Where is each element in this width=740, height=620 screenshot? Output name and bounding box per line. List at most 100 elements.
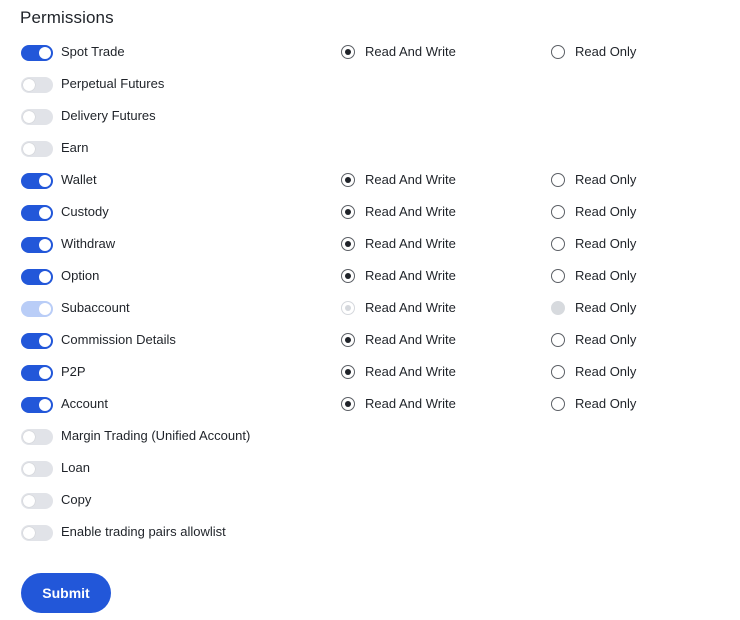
read-and-write-radio[interactable]: Read And Write — [341, 236, 456, 252]
read-only-radio[interactable]: Read Only — [551, 44, 636, 60]
radio-label: Read And Write — [365, 172, 456, 187]
permission-row-option: Option Read And Write Read Only — [0, 260, 740, 292]
toggle-wallet[interactable] — [21, 173, 53, 189]
read-and-write-radio[interactable]: Read And Write — [341, 268, 456, 284]
permission-label: Withdraw — [61, 236, 116, 251]
toggle-knob — [39, 367, 51, 379]
toggle-knob — [23, 463, 35, 475]
toggle-knob — [39, 399, 51, 411]
permission-row-loan: LoanRead And WriteRead Only — [0, 452, 740, 484]
toggle-earn[interactable] — [21, 141, 53, 157]
toggle-knob — [39, 207, 51, 219]
read-and-write-radio[interactable]: Read And Write — [341, 172, 456, 188]
radio-circle-icon — [341, 237, 355, 251]
permission-label: Margin Trading (Unified Account) — [61, 428, 251, 443]
radio-circle-icon — [341, 365, 355, 379]
permission-row-withdraw: Withdraw Read And Write Read Only — [0, 228, 740, 260]
radio-label: Read Only — [575, 396, 637, 411]
permission-list: Spot Trade Read And Write Read Only Perpetu… — [0, 36, 740, 548]
permission-row-margin-trading-unified-account: Margin Trading (Unified Account)Read And… — [0, 420, 740, 452]
toggle-margin-trading-unified-account[interactable] — [21, 429, 53, 445]
permission-label: Delivery Futures — [61, 108, 156, 123]
permission-label: Wallet — [61, 172, 97, 187]
radio-circle-icon — [551, 397, 565, 411]
permission-row-enable-trading-pairs-allowlist: Enable trading pairs allowlistRead And W… — [0, 516, 740, 548]
toggle-copy[interactable] — [21, 493, 53, 509]
radio-circle-icon — [341, 205, 355, 219]
radio-circle-icon — [551, 205, 565, 219]
radio-circle-icon — [551, 269, 565, 283]
permission-row-account: Account Read And Write Read Only — [0, 388, 740, 420]
permission-label: Perpetual Futures — [61, 76, 165, 91]
read-only-radio[interactable]: Read Only — [551, 396, 636, 412]
toggle-knob — [23, 495, 35, 507]
toggle-withdraw[interactable] — [21, 237, 53, 253]
permission-label: Account — [61, 396, 108, 411]
read-only-radio[interactable]: Read Only — [551, 172, 636, 188]
toggle-commission-details[interactable] — [21, 333, 53, 349]
toggle-perpetual-futures[interactable] — [21, 77, 53, 93]
permission-label: Copy — [61, 492, 92, 507]
toggle-knob — [23, 79, 35, 91]
toggle-account[interactable] — [21, 397, 53, 413]
radio-label: Read Only — [575, 268, 637, 283]
radio-label: Read And Write — [365, 204, 456, 219]
permission-label: P2P — [61, 364, 86, 379]
radio-label: Read Only — [575, 364, 637, 379]
radio-circle-icon — [341, 333, 355, 347]
permission-label: Custody — [61, 204, 109, 219]
toggle-knob — [39, 271, 51, 283]
submit-button[interactable]: Submit — [21, 573, 111, 613]
permission-row-subaccount: Subaccount Read And Write Read Only — [0, 292, 740, 324]
toggle-delivery-futures[interactable] — [21, 109, 53, 125]
radio-circle-icon — [551, 365, 565, 379]
permissions-panel: Permissions Spot Trade Read And Write Read… — [0, 0, 740, 620]
radio-label: Read And Write — [365, 236, 456, 251]
read-only-radio[interactable]: Read Only — [551, 236, 636, 252]
read-and-write-radio[interactable]: Read And Write — [341, 396, 456, 412]
section-title: Permissions — [20, 8, 114, 27]
toggle-enable-trading-pairs-allowlist[interactable] — [21, 525, 53, 541]
radio-label: Read And Write — [365, 364, 456, 379]
permission-row-earn: EarnRead And WriteRead Only — [0, 132, 740, 164]
read-and-write-radio[interactable]: Read And Write — [341, 332, 456, 348]
read-only-radio[interactable]: Read Only — [551, 332, 636, 348]
radio-circle-icon — [551, 237, 565, 251]
radio-label: Read And Write — [365, 396, 456, 411]
read-and-write-radio[interactable]: Read And Write — [341, 364, 456, 380]
toggle-knob — [39, 239, 51, 251]
radio-label: Read And Write — [365, 300, 456, 315]
read-only-radio[interactable]: Read Only — [551, 364, 636, 380]
radio-circle-icon — [551, 301, 565, 315]
toggle-spot-trade[interactable] — [21, 45, 53, 61]
toggle-knob — [39, 175, 51, 187]
radio-circle-icon — [341, 397, 355, 411]
radio-label: Read Only — [575, 236, 637, 251]
toggle-subaccount — [21, 301, 53, 317]
radio-label: Read And Write — [365, 332, 456, 347]
radio-label: Read Only — [575, 332, 637, 347]
toggle-knob — [23, 431, 35, 443]
read-and-write-radio: Read And Write — [341, 300, 456, 316]
permission-row-commission-details: Commission Details Read And Write Read Onl… — [0, 324, 740, 356]
radio-label: Read Only — [575, 172, 637, 187]
toggle-custody[interactable] — [21, 205, 53, 221]
permission-label: Enable trading pairs allowlist — [61, 524, 226, 539]
permission-label: Loan — [61, 460, 90, 475]
toggle-knob — [39, 303, 51, 315]
toggle-p2p[interactable] — [21, 365, 53, 381]
toggle-option[interactable] — [21, 269, 53, 285]
read-and-write-radio[interactable]: Read And Write — [341, 44, 456, 60]
permission-label: Commission Details — [61, 332, 176, 347]
toggle-loan[interactable] — [21, 461, 53, 477]
permission-row-wallet: Wallet Read And Write Read Only — [0, 164, 740, 196]
read-and-write-radio[interactable]: Read And Write — [341, 204, 456, 220]
radio-circle-icon — [341, 301, 355, 315]
permission-label: Spot Trade — [61, 44, 125, 59]
read-only-radio[interactable]: Read Only — [551, 268, 636, 284]
toggle-knob — [39, 335, 51, 347]
radio-circle-icon — [341, 269, 355, 283]
toggle-knob — [23, 527, 35, 539]
radio-label: Read And Write — [365, 268, 456, 283]
read-only-radio[interactable]: Read Only — [551, 204, 636, 220]
